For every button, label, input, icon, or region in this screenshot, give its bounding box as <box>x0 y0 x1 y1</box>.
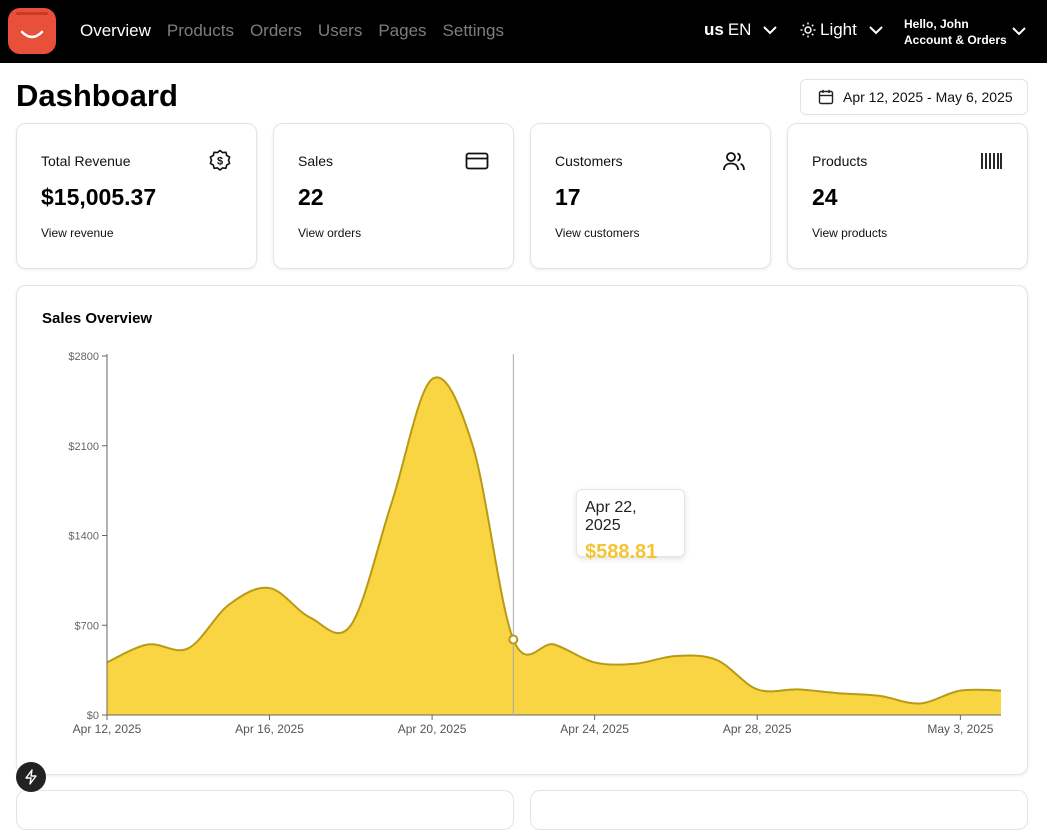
sales-area-fill <box>107 377 1001 715</box>
stat-label: Customers <box>555 153 623 169</box>
sales-overview-chart[interactable]: $0 $700 $1400 $2100 $2800 Apr 12, 2025 Apr 16,… <box>17 286 1028 775</box>
nav-item-users[interactable]: Users <box>318 20 362 42</box>
date-range-picker[interactable]: Apr 12, 2025 - May 6, 2025 <box>800 79 1028 115</box>
chevron-down-icon[interactable] <box>1010 22 1028 40</box>
sales-overview-card: Sales Overview $0 $700 $1400 $2100 $2800 Apr … <box>16 285 1028 775</box>
language-code: EN <box>727 20 752 39</box>
account-menu[interactable]: Hello, John Account & Orders <box>904 16 1007 48</box>
x-tick-label: Apr 12, 2025 <box>73 722 142 736</box>
x-tick-label: Apr 24, 2025 <box>560 722 629 736</box>
store-logo-icon[interactable] <box>8 8 56 54</box>
view-customers-link[interactable]: View customers <box>555 226 639 240</box>
view-orders-link[interactable]: View orders <box>298 226 361 240</box>
stat-value: 17 <box>555 184 581 210</box>
credit-card-icon <box>465 152 489 170</box>
tooltip-date: Apr 22, 2025 <box>585 499 637 534</box>
chart-tooltip: Apr 22, 2025 $588.81 <box>576 489 685 563</box>
stat-label: Products <box>812 153 868 169</box>
x-tick-label: Apr 28, 2025 <box>723 722 792 736</box>
chevron-down-icon <box>763 26 778 35</box>
dollar-badge-icon: $ <box>209 149 231 171</box>
view-revenue-link[interactable]: View revenue <box>41 226 114 240</box>
page-title: Dashboard <box>16 78 178 113</box>
sun-icon <box>800 22 816 38</box>
view-products-link[interactable]: View products <box>812 226 887 240</box>
y-tick-label: $1400 <box>68 531 99 543</box>
theme-selector[interactable]: Light <box>800 20 885 40</box>
stat-label: Total Revenue <box>41 153 131 169</box>
calendar-icon <box>818 89 834 105</box>
account-greeting: Hello, John <box>904 17 969 31</box>
top-navigation-bar: Overview Products Orders Users Pages Set… <box>0 0 1047 63</box>
users-icon <box>723 152 745 171</box>
x-tick-label: May 3, 2025 <box>927 722 993 736</box>
nav-item-orders[interactable]: Orders <box>250 20 302 42</box>
nav-item-pages[interactable]: Pages <box>378 20 426 42</box>
y-tick-label: $0 <box>87 710 99 722</box>
svg-text:$: $ <box>217 156 223 168</box>
hover-point <box>508 634 519 645</box>
y-tick-label: $2800 <box>68 351 99 363</box>
theme-label: Light <box>820 20 857 39</box>
stat-label: Sales <box>298 153 334 169</box>
y-tick-label: $700 <box>75 620 99 632</box>
stat-value: 24 <box>812 184 838 210</box>
y-tick-label: $2100 <box>68 441 99 453</box>
main-nav: Overview Products Orders Users Pages Set… <box>80 20 520 42</box>
barcode-icon <box>981 153 1002 169</box>
language-selector[interactable]: us EN <box>704 20 779 40</box>
nav-item-products[interactable]: Products <box>167 20 234 42</box>
stat-card-total-revenue: Total Revenue $ $15,005.37 View revenue <box>16 123 257 269</box>
stat-value: 22 <box>298 184 324 210</box>
nav-item-overview[interactable]: Overview <box>80 20 151 42</box>
date-range-label: Apr 12, 2025 - May 6, 2025 <box>843 89 1013 105</box>
stat-card-sales: Sales 22 View orders <box>273 123 514 269</box>
bottom-card-left <box>16 790 514 830</box>
lightning-icon[interactable] <box>16 762 46 792</box>
stat-value: $15,005.37 <box>41 184 157 210</box>
chevron-down-icon <box>869 26 883 35</box>
account-label: Account & Orders <box>904 33 1007 47</box>
stat-card-customers: Customers 17 View customers <box>530 123 771 269</box>
x-tick-label: Apr 16, 2025 <box>235 722 304 736</box>
bottom-card-right <box>530 790 1028 830</box>
flag-us-icon: us <box>704 20 724 39</box>
nav-item-settings[interactable]: Settings <box>443 20 504 42</box>
x-tick-label: Apr 20, 2025 <box>398 722 467 736</box>
stat-card-products: Products 24 View products <box>787 123 1028 269</box>
tooltip-value: $588.81 <box>585 541 658 563</box>
